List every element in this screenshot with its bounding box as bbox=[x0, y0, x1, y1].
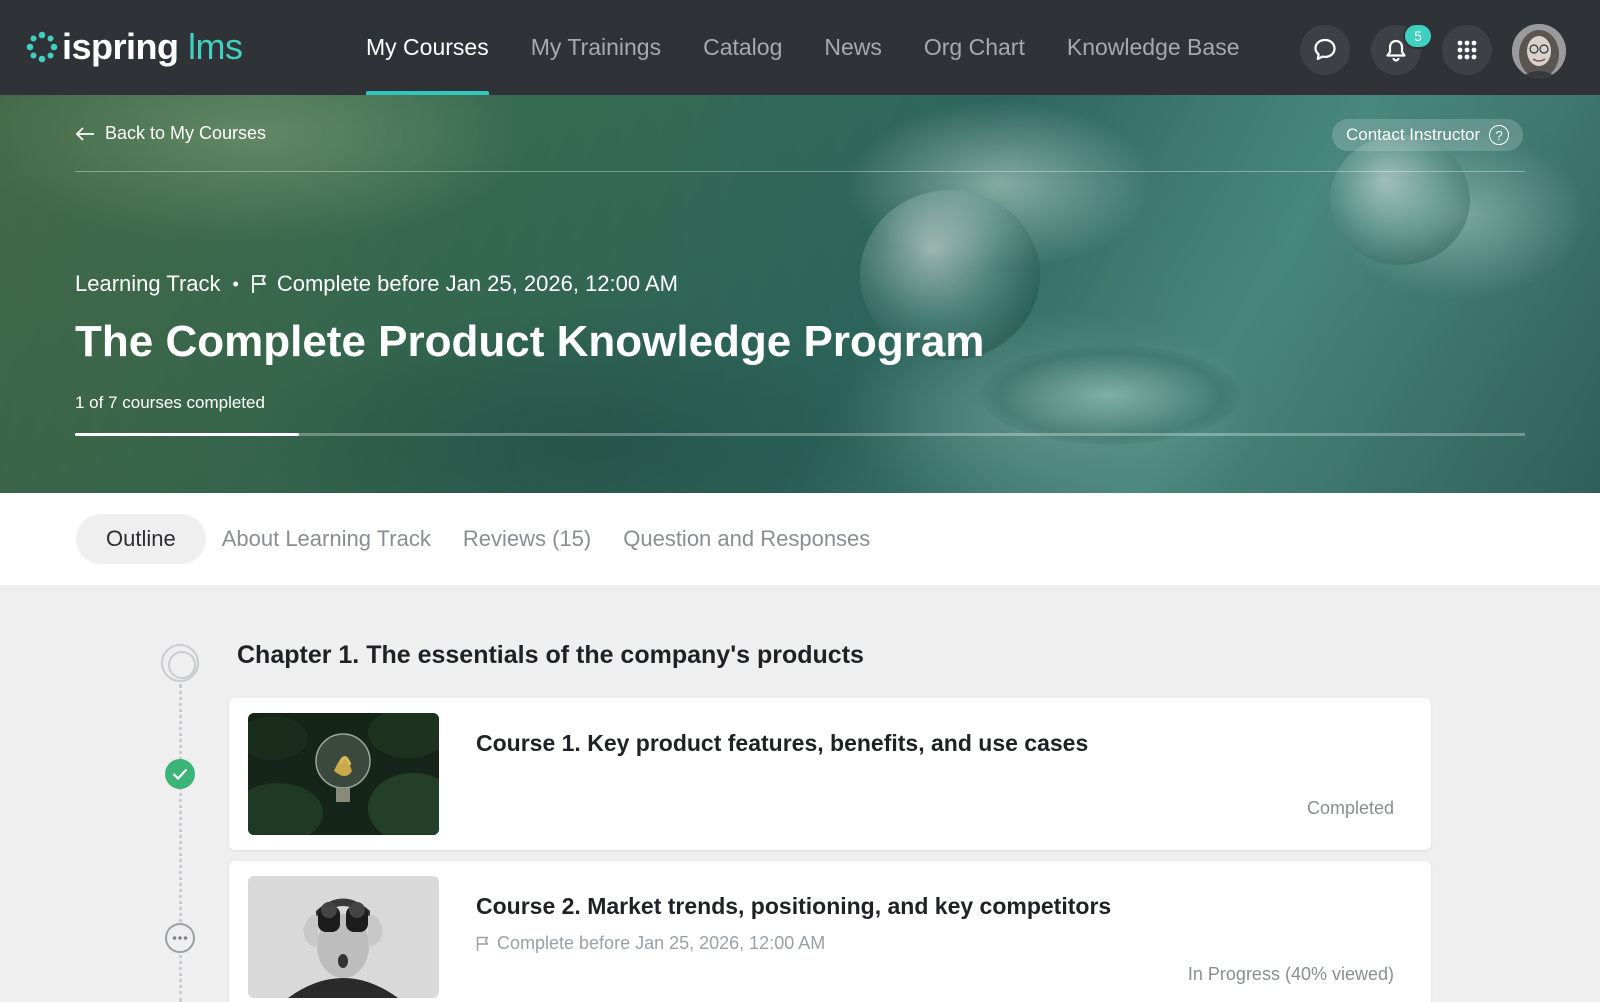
contact-instructor-button[interactable]: Contact Instructor ? bbox=[1332, 119, 1524, 151]
chat-button[interactable] bbox=[1300, 25, 1350, 75]
back-to-courses-link[interactable]: Back to My Courses bbox=[75, 123, 266, 144]
tab-about-learning-track[interactable]: About Learning Track bbox=[206, 514, 447, 564]
ispring-lms-logo[interactable]: ispring lms bbox=[26, 26, 243, 68]
user-avatar[interactable] bbox=[1512, 24, 1566, 78]
meta-separator: • bbox=[232, 273, 239, 294]
nav-org-chart[interactable]: Org Chart bbox=[903, 0, 1046, 95]
timeline-line bbox=[179, 684, 182, 1002]
hero-divider bbox=[75, 171, 1525, 172]
track-deadline: Complete before Jan 25, 2026, 12:00 AM bbox=[276, 271, 678, 296]
course-card[interactable]: Course 2. Market trends, positioning, an… bbox=[229, 861, 1431, 1002]
tabs: Outline About Learning Track Reviews (15… bbox=[76, 514, 886, 564]
nav-news[interactable]: News bbox=[803, 0, 903, 95]
arrow-left-icon bbox=[75, 126, 94, 141]
apps-grid-icon bbox=[1457, 40, 1477, 60]
track-type-label: Learning Track bbox=[75, 271, 221, 296]
course-deadline: Complete before Jan 25, 2026, 12:00 AM bbox=[476, 933, 825, 954]
course-thumbnail bbox=[248, 713, 439, 835]
chapter-title: Chapter 1. The essentials of the company… bbox=[237, 641, 864, 669]
progress-bar-fill bbox=[75, 433, 300, 436]
notification-count-badge: 5 bbox=[1403, 23, 1433, 49]
logo-mark-icon bbox=[26, 31, 58, 63]
course-card[interactable]: Course 1. Key product features, benefits… bbox=[229, 698, 1431, 850]
back-link-label: Back to My Courses bbox=[105, 123, 267, 143]
help-icon: ? bbox=[1489, 125, 1510, 145]
course-thumbnail bbox=[248, 876, 439, 998]
ellipsis-icon bbox=[172, 936, 188, 940]
lightbulb-thumbnail-image bbox=[248, 713, 439, 835]
track-meta: Learning Track • Complete before Jan 25,… bbox=[75, 271, 678, 297]
course-deadline-text: Complete before Jan 25, 2026, 12:00 AM bbox=[497, 933, 826, 953]
user-avatar-image bbox=[1512, 24, 1566, 78]
flag-icon bbox=[251, 275, 266, 293]
course-status: Completed bbox=[1306, 798, 1394, 818]
chat-icon bbox=[1314, 38, 1336, 61]
flag-icon bbox=[476, 936, 489, 951]
course-title: Course 1. Key product features, benefits… bbox=[476, 730, 1089, 756]
course-in-progress-icon bbox=[165, 923, 195, 953]
tab-reviews[interactable]: Reviews (15) bbox=[447, 514, 607, 564]
binoculars-thumbnail-image bbox=[248, 876, 439, 998]
nav-my-trainings[interactable]: My Trainings bbox=[510, 0, 682, 95]
progress-bar bbox=[75, 433, 1525, 436]
nav-knowledge-base[interactable]: Knowledge Base bbox=[1046, 0, 1261, 95]
tab-bar: Outline About Learning Track Reviews (15… bbox=[0, 493, 1600, 585]
course-title: Course 2. Market trends, positioning, an… bbox=[476, 893, 1112, 919]
apps-button[interactable] bbox=[1442, 25, 1492, 75]
logo-text: ispring lms bbox=[62, 26, 243, 67]
chapter-status-icon bbox=[161, 644, 199, 682]
checkmark-icon bbox=[172, 768, 188, 780]
progress-text: 1 of 7 courses completed bbox=[75, 393, 265, 412]
top-navigation-bar: ispring lms My Courses My Trainings Cata… bbox=[0, 0, 1600, 95]
contact-instructor-label: Contact Instructor bbox=[1346, 125, 1481, 144]
nav-my-courses[interactable]: My Courses bbox=[345, 0, 510, 95]
tab-outline[interactable]: Outline bbox=[76, 514, 206, 564]
course-status: In Progress (40% viewed) bbox=[1187, 964, 1394, 984]
page-title: The Complete Product Knowledge Program bbox=[75, 317, 985, 366]
learning-track-hero: Back to My Courses Contact Instructor ? … bbox=[0, 95, 1600, 493]
tab-questions-and-responses[interactable]: Question and Responses bbox=[607, 514, 886, 564]
nav-catalog[interactable]: Catalog bbox=[682, 0, 803, 95]
course-completed-check-icon bbox=[165, 759, 195, 789]
main-nav: My Courses My Trainings Catalog News Org… bbox=[345, 0, 1260, 95]
notifications-button[interactable]: 5 bbox=[1371, 23, 1433, 75]
